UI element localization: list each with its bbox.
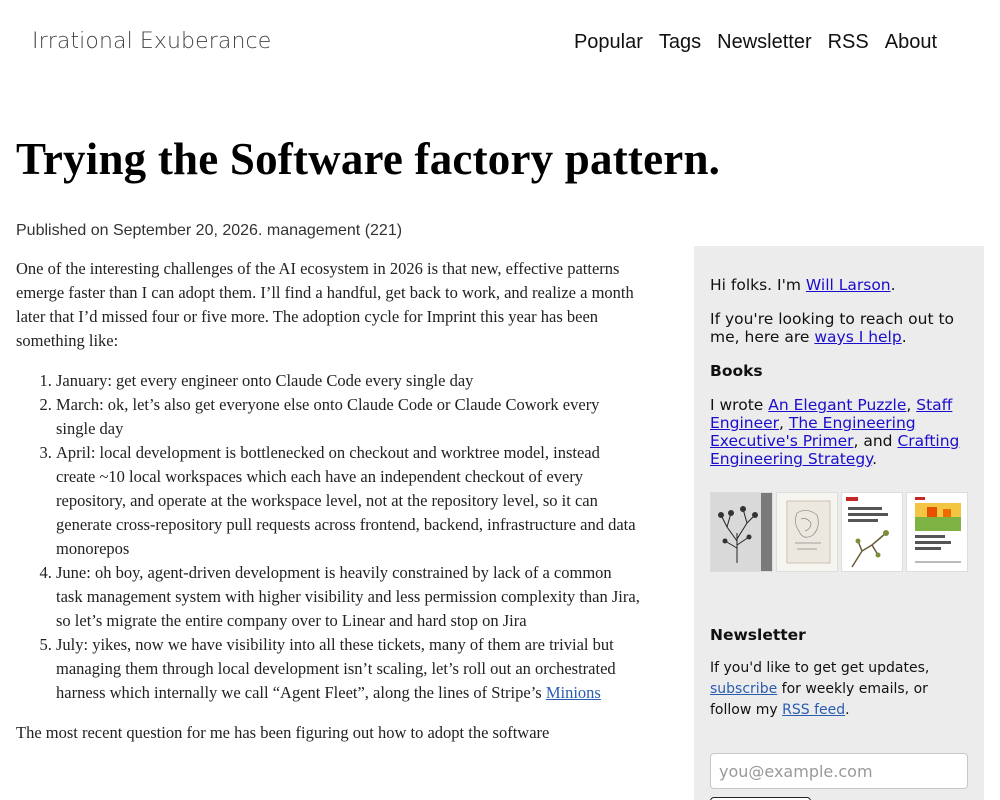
greeting-text: Hi folks. I'm [710,276,806,294]
books-heading: Books [710,362,763,380]
greeting-suffix: . [890,276,896,294]
newsletter-block: Newsletter If you'd like to get get upda… [710,626,968,800]
book-link-elegant-puzzle[interactable]: An Elegant Puzzle [768,396,906,414]
book-covers [710,492,968,572]
subscribe-link[interactable]: subscribe [710,681,777,697]
reach-suffix: . [901,328,907,346]
book-cover-crafting-strategy[interactable] [905,492,968,572]
list-item: April: local development is bottlenecked… [56,441,642,561]
publish-date: Published on September 20, 2026. [16,222,263,239]
books-paragraph: I wrote An Elegant Puzzle, Staff Enginee… [710,396,968,468]
books-text: I wrote [710,396,769,414]
books-sep: , [906,396,917,414]
ways-i-help-link[interactable]: ways I help [814,328,901,346]
nav-tags[interactable]: Tags [659,31,701,54]
book-cover-executive-primer[interactable] [840,492,903,572]
minions-link[interactable]: Minions [546,683,601,702]
rss-feed-link[interactable]: RSS feed [782,702,845,718]
sidebar: Hi folks. I'm Will Larson. If you're loo… [694,246,984,800]
book-cover-elegant-puzzle[interactable] [710,492,773,572]
post-title: Trying the Software factory pattern. [16,134,721,184]
nav-rss[interactable]: RSS [828,31,869,54]
nav-about[interactable]: About [885,31,937,54]
newsletter-text: If you'd like to get get updates, subscr… [710,658,968,721]
books-sep: , and [853,432,898,450]
outro-paragraph: The most recent question for me has been… [16,723,550,742]
sidebar-greeting: Hi folks. I'm Will Larson. [710,276,968,294]
post-tag-link[interactable]: management (221) [267,222,402,239]
nav-popular[interactable]: Popular [574,31,643,54]
list-item-text: July: yikes, now we have visibility into… [56,635,616,702]
list-item: July: yikes, now we have visibility into… [56,633,642,705]
article-body: One of the interesting challenges of the… [16,257,642,761]
sidebar-reach: If you're looking to reach out to me, he… [710,310,968,346]
intro-paragraph: One of the interesting challenges of the… [16,259,634,350]
site-title[interactable]: Irrational Exuberance [32,29,271,54]
byline: Published on September 20, 2026. managem… [16,222,402,240]
newsletter-prefix: If you'd like to get get updates, [710,660,930,676]
newsletter-heading: Newsletter [710,626,806,644]
author-link[interactable]: Will Larson [806,276,891,294]
books-suffix: . [872,450,878,468]
newsletter-suffix: . [845,702,850,718]
nav-newsletter[interactable]: Newsletter [717,31,811,54]
site-nav: Popular Tags Newsletter RSS About [574,31,937,54]
book-cover-staff-engineer[interactable] [775,492,838,572]
books-sep: , [779,414,789,432]
list-item: March: ok, let’s also get everyone else … [56,393,642,441]
email-input[interactable] [710,753,968,789]
adoption-list: January: get every engineer onto Claude … [56,369,642,705]
list-item: June: oh boy, agent-driven development i… [56,561,642,633]
list-item: January: get every engineer onto Claude … [56,369,642,393]
